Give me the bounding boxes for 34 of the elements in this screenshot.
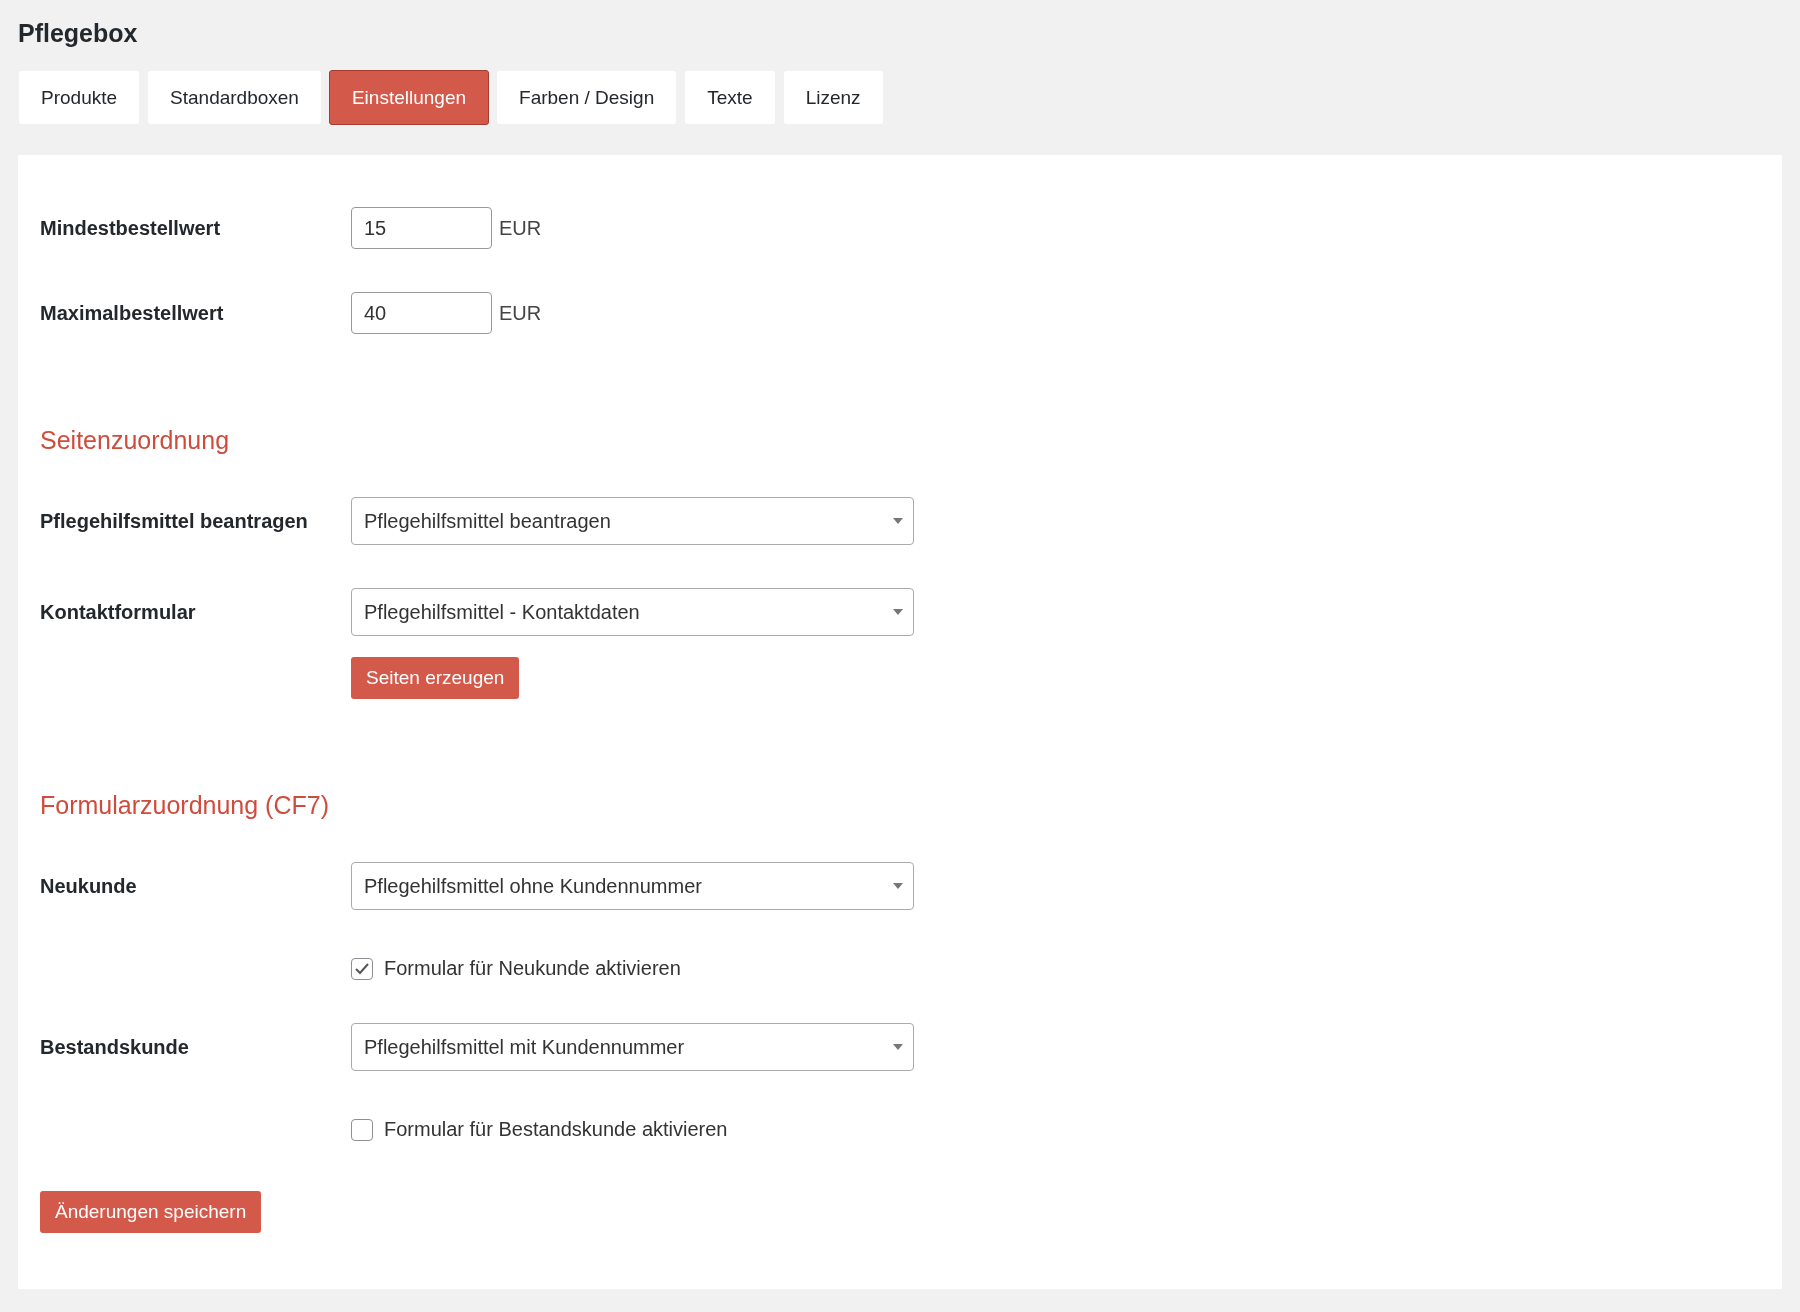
field-label: Neukunde [40,874,138,898]
field-label: Pflegehilfsmittel beantragen [40,509,309,533]
tab[interactable]: Produkte [18,70,141,125]
input-field[interactable]: 40 [351,292,492,334]
tab[interactable]: Farben / Design [496,70,678,125]
section-heading: Formularzuordnung (CF7) [40,790,330,820]
dropdown[interactable]: Pflegehilfsmittel - Kontaktdaten [351,588,914,636]
field-label: Mindestbestellwert [40,216,222,240]
tab[interactable]: Einstellungen [328,70,490,125]
input-field[interactable]: 15 [351,207,492,249]
field-label: Maximalbestellwert [40,301,225,325]
tab[interactable]: Lizenz [782,70,884,125]
dropdown-arrow-icon [893,609,903,615]
unit-label: EUR [499,301,542,325]
dropdown-arrow-icon [893,1044,903,1050]
checkbox[interactable] [351,957,373,980]
save-button[interactable]: Änderungen speichern [40,1191,262,1233]
checkmark-icon [354,961,370,976]
tab[interactable]: Texte [684,70,776,125]
dropdown-arrow-icon [893,883,903,889]
dropdown-arrow-icon [893,518,903,524]
generate-pages-button[interactable]: Seiten erzeugen [351,657,520,699]
checkbox-label[interactable]: Formular für Neukunde aktivieren [384,957,681,980]
section-heading: Seitenzuordnung [40,425,231,455]
unit-label: EUR [499,216,542,240]
tab[interactable]: Standardboxen [147,70,322,125]
dropdown[interactable]: Pflegehilfsmittel mit Kundennummer [351,1023,914,1071]
field-label: Kontaktformular [40,600,197,624]
checkbox[interactable] [351,1118,373,1141]
checkbox-label[interactable]: Formular für Bestandskunde aktivieren [384,1118,728,1141]
dropdown[interactable]: Pflegehilfsmittel beantragen [351,497,914,545]
page-title: Pflegebox [18,18,139,49]
field-label: Bestandskunde [40,1035,190,1059]
dropdown[interactable]: Pflegehilfsmittel ohne Kundennummer [351,862,914,910]
